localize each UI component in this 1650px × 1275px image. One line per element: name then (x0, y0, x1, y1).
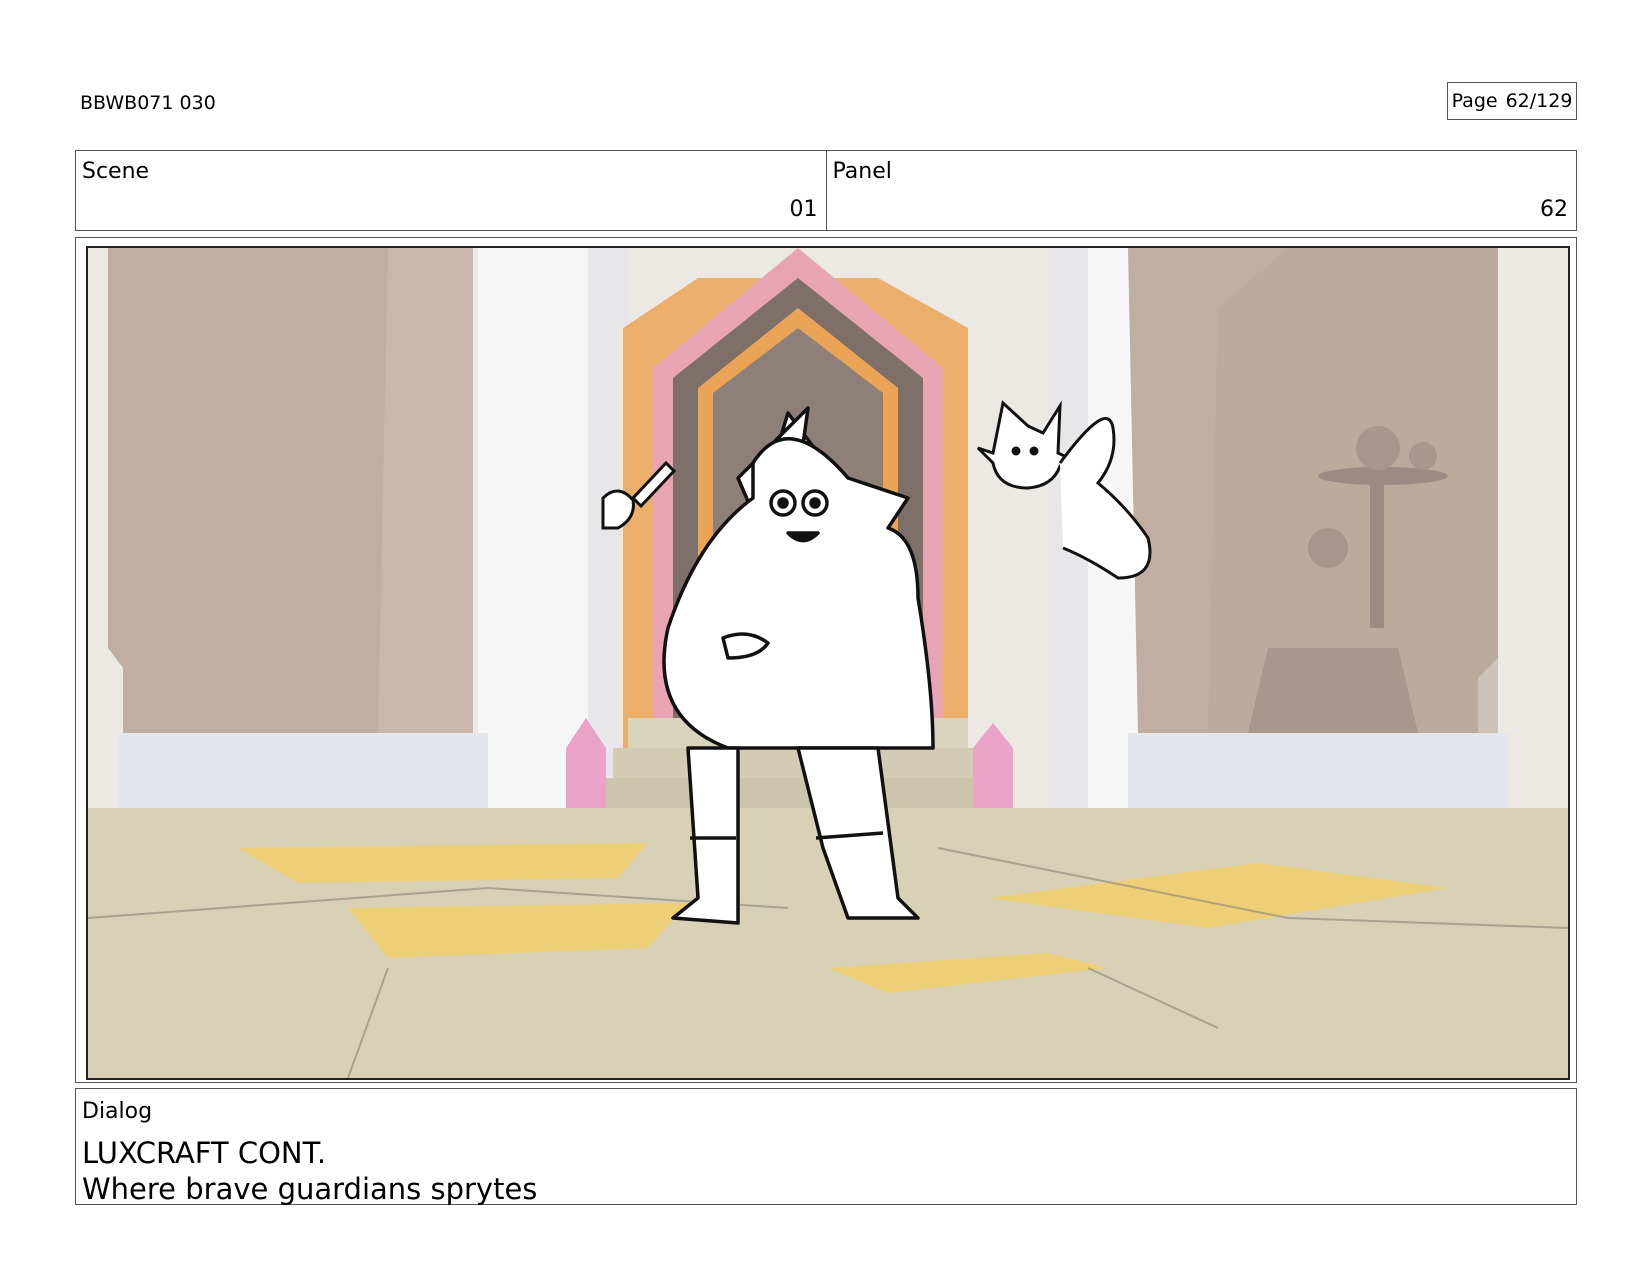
scene-cell: Scene 01 (76, 151, 826, 230)
storyboard-frame (75, 237, 1577, 1083)
dialog-box: Dialog LUXCRAFT CONT. Where brave guardi… (75, 1088, 1577, 1207)
scene-panel-header: Scene 01 Panel 62 (75, 150, 1577, 231)
dialog-line: Where brave guardians sprytes (82, 1172, 538, 1206)
scene-label: Scene (82, 159, 150, 184)
storyboard-image (86, 246, 1570, 1080)
panel-number: 62 (1540, 197, 1568, 222)
page-number: 62/129 (1505, 90, 1573, 112)
document-id: BBWB071 030 (80, 92, 216, 114)
panel-cell: Panel 62 (825, 151, 1577, 230)
dialog-label: Dialog (82, 1099, 153, 1124)
dialog-text: LUXCRAFT CONT. Where brave guardians spr… (82, 1135, 537, 1207)
dialog-line: LUXCRAFT CONT. (82, 1136, 327, 1170)
page-indicator: Page 62/129 (1447, 82, 1577, 120)
page-label: Page (1451, 90, 1498, 112)
panel-label: Panel (832, 159, 892, 184)
scene-number: 01 (789, 197, 818, 222)
